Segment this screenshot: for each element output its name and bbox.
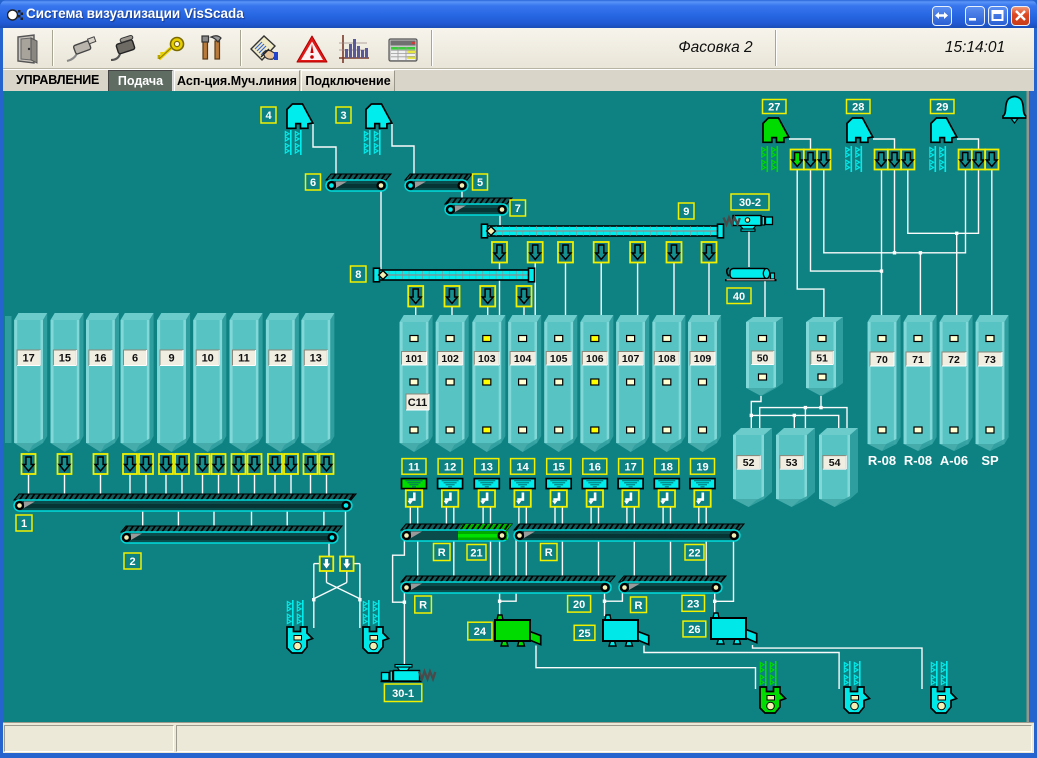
svg-text:17: 17	[22, 353, 34, 365]
svg-text:18: 18	[661, 461, 673, 473]
svg-text:30-1: 30-1	[392, 688, 414, 700]
svg-text:71: 71	[912, 354, 924, 366]
svg-text:20: 20	[573, 599, 585, 611]
svg-text:101: 101	[405, 353, 423, 365]
svg-text:13: 13	[481, 461, 493, 473]
svg-text:R: R	[635, 600, 643, 612]
svg-text:16: 16	[94, 353, 106, 365]
svg-text:50: 50	[757, 353, 769, 365]
svg-text:R-08: R-08	[904, 453, 932, 468]
svg-text:28: 28	[852, 102, 864, 114]
svg-text:40: 40	[733, 291, 745, 303]
svg-text:9: 9	[168, 353, 174, 365]
svg-text:103: 103	[478, 353, 496, 365]
svg-text:6: 6	[132, 353, 138, 365]
svg-text:54: 54	[829, 457, 841, 469]
svg-text:17: 17	[624, 461, 636, 473]
svg-text:6: 6	[310, 177, 316, 189]
svg-text:24: 24	[474, 626, 487, 638]
svg-text:R: R	[438, 547, 446, 559]
svg-text:30-2: 30-2	[739, 197, 761, 209]
svg-text:21: 21	[470, 547, 482, 559]
svg-text:104: 104	[514, 353, 532, 365]
svg-text:15: 15	[59, 353, 71, 365]
svg-text:8: 8	[355, 269, 361, 281]
svg-text:7: 7	[515, 203, 521, 215]
svg-text:15: 15	[553, 461, 565, 473]
svg-text:3: 3	[340, 110, 346, 122]
svg-text:16: 16	[589, 461, 601, 473]
svg-text:26: 26	[688, 624, 700, 636]
svg-text:11: 11	[238, 353, 250, 365]
svg-text:51: 51	[816, 353, 828, 365]
svg-text:13: 13	[310, 353, 322, 365]
svg-text:53: 53	[786, 457, 798, 469]
svg-text:102: 102	[441, 353, 459, 365]
svg-text:2: 2	[129, 556, 135, 568]
svg-text:5: 5	[477, 177, 483, 189]
svg-text:105: 105	[550, 353, 568, 365]
svg-text:106: 106	[586, 353, 604, 365]
svg-text:23: 23	[687, 598, 699, 610]
svg-text:11: 11	[408, 461, 420, 473]
svg-text:12: 12	[444, 461, 456, 473]
svg-text:R: R	[545, 547, 553, 559]
svg-text:108: 108	[658, 353, 676, 365]
svg-text:C11: C11	[408, 397, 428, 409]
svg-text:29: 29	[936, 102, 948, 114]
svg-text:25: 25	[578, 628, 590, 640]
svg-text:70: 70	[876, 354, 888, 366]
svg-text:R-08: R-08	[868, 453, 896, 468]
svg-text:19: 19	[696, 461, 708, 473]
svg-text:22: 22	[688, 547, 700, 559]
svg-text:73: 73	[984, 354, 996, 366]
svg-text:72: 72	[948, 354, 960, 366]
svg-text:1: 1	[21, 518, 27, 530]
svg-text:4: 4	[265, 110, 272, 122]
svg-text:27: 27	[768, 102, 780, 114]
svg-text:109: 109	[694, 353, 712, 365]
svg-text:14: 14	[516, 461, 529, 473]
svg-text:9: 9	[683, 206, 689, 218]
svg-text:107: 107	[622, 353, 640, 365]
svg-text:10: 10	[202, 353, 214, 365]
svg-text:52: 52	[743, 457, 755, 469]
svg-text:R: R	[419, 600, 427, 612]
svg-text:12: 12	[274, 353, 286, 365]
svg-text:SP: SP	[981, 453, 999, 468]
svg-text:A-06: A-06	[940, 453, 968, 468]
